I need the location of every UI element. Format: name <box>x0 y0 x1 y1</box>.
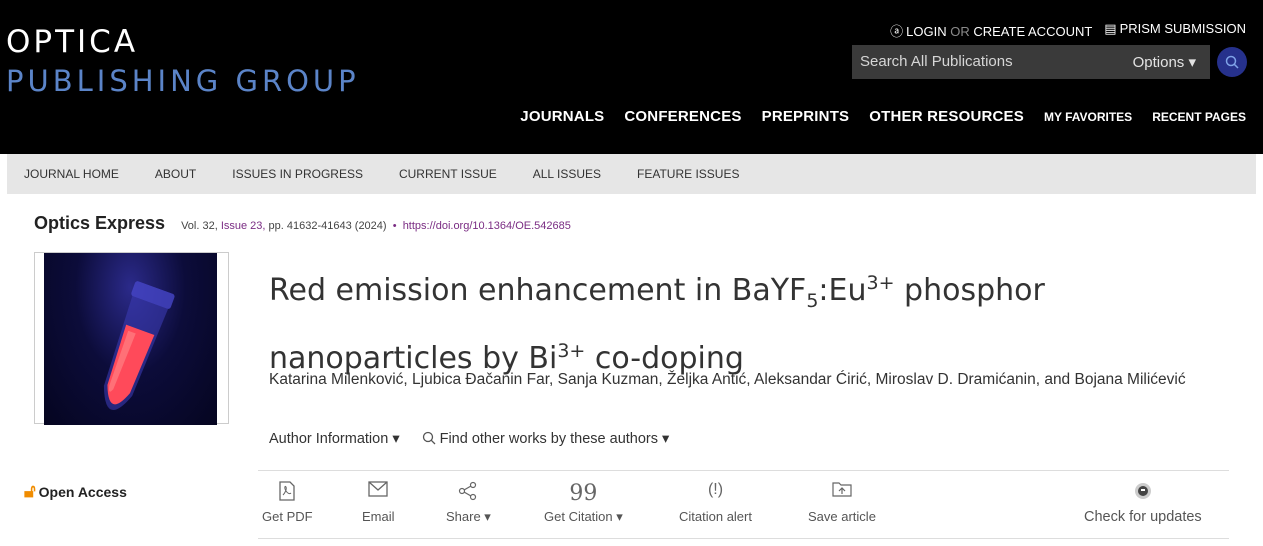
pdf-icon <box>262 481 313 503</box>
phosphor-tube-image <box>44 253 217 425</box>
search-placeholder: Search All Publications <box>860 53 1013 70</box>
envelope-icon <box>362 481 395 503</box>
or-text: OR <box>950 24 970 39</box>
bullet: • <box>392 220 397 232</box>
subnav-feature-issues[interactable]: FEATURE ISSUES <box>637 167 739 181</box>
prism-submission-link[interactable]: PRISM SUBMISSION <box>1120 21 1246 36</box>
search-icon <box>422 431 436 445</box>
get-pdf-button[interactable]: Get PDF <box>262 481 313 524</box>
crossmark-icon <box>1084 481 1202 503</box>
nav-journals[interactable]: JOURNALS <box>520 108 604 125</box>
search-button[interactable] <box>1217 47 1247 77</box>
subnav-journal-home[interactable]: JOURNAL HOME <box>24 167 119 181</box>
author-tools: Author Information ▾ Find other works by… <box>269 431 669 447</box>
logo-publishing-group[interactable]: PUBLISHING GROUP <box>6 64 360 98</box>
nav-conferences[interactable]: CONFERENCES <box>624 108 741 125</box>
citation-alert-button[interactable]: (!) Citation alert <box>679 481 752 524</box>
quote-icon: 99 <box>569 481 598 506</box>
volume: Vol. 32, <box>181 220 218 232</box>
check-updates-button[interactable]: Check for updates <box>1084 481 1202 525</box>
login-link[interactable]: LOGIN <box>906 24 946 39</box>
save-article-button[interactable]: Save article <box>808 481 876 524</box>
glowing-tube-graphic <box>103 281 175 411</box>
subnav-current-issue[interactable]: CURRENT ISSUE <box>399 167 497 181</box>
open-access-label: Open Access <box>38 483 127 500</box>
main-nav: JOURNALS CONFERENCES PREPRINTS OTHER RES… <box>520 108 1246 125</box>
nav-my-favorites[interactable]: MY FAVORITES <box>1044 110 1132 124</box>
year: (2024) <box>354 220 387 232</box>
article-toolbar: Get PDF Email Share ▾ 99 Get Citation ▾ … <box>258 470 1229 539</box>
author-information-toggle[interactable]: Author Information ▾ <box>269 431 400 447</box>
share-button[interactable]: Share ▾ <box>446 481 491 525</box>
get-citation-button[interactable]: 99 Get Citation ▾ <box>544 481 623 525</box>
email-button[interactable]: Email <box>362 481 395 524</box>
search-icon <box>1225 55 1239 69</box>
nav-recent-pages[interactable]: RECENT PAGES <box>1152 110 1246 124</box>
journal-subnav: JOURNAL HOME ABOUT ISSUES IN PROGRESS CU… <box>7 154 1256 194</box>
nav-preprints[interactable]: PREPRINTS <box>762 108 850 125</box>
doi-link[interactable]: https://doi.org/10.1364/OE.542685 <box>403 220 571 232</box>
site-header: OPTICA PUBLISHING GROUP ⓐ LOGIN OR CREATE… <box>0 0 1263 154</box>
save-folder-icon <box>808 481 876 503</box>
open-lock-icon: 🔓︎ <box>24 481 36 501</box>
article-thumbnail[interactable] <box>34 252 229 425</box>
document-icon: ▤ <box>1104 21 1117 36</box>
open-access-badge: 🔓︎ Open Access <box>24 481 127 502</box>
alert-icon: (!) <box>707 481 724 498</box>
share-icon <box>446 481 491 503</box>
citation-line: Optics Express Vol. 32, Issue 23, pp. 41… <box>34 213 571 234</box>
journal-name[interactable]: Optics Express <box>34 213 165 234</box>
nav-other-resources[interactable]: OTHER RESOURCES <box>869 108 1024 125</box>
pages: pp. 41632-41643 <box>268 220 352 232</box>
subnav-all-issues[interactable]: ALL ISSUES <box>533 167 601 181</box>
search-input[interactable]: Search All Publications Options ▾ <box>852 45 1210 79</box>
user-circle-icon: ⓐ <box>890 24 904 39</box>
logo-optica[interactable]: OPTICA <box>6 24 138 60</box>
find-works-link[interactable]: Find other works by these authors ▾ <box>422 431 669 447</box>
author-list[interactable]: Katarina Milenković, Ljubica Đačanin Far… <box>269 366 1229 394</box>
create-account-link[interactable]: CREATE ACCOUNT <box>973 24 1092 39</box>
search-options-dropdown[interactable]: Options ▾ <box>1133 53 1196 71</box>
issue-link[interactable]: Issue 23, <box>221 220 266 232</box>
subnav-issues-in-progress[interactable]: ISSUES IN PROGRESS <box>232 167 363 181</box>
account-links: ⓐ LOGIN OR CREATE ACCOUNT ▤ PRISM SUBMISSI… <box>890 21 1246 40</box>
subnav-about[interactable]: ABOUT <box>155 167 196 181</box>
